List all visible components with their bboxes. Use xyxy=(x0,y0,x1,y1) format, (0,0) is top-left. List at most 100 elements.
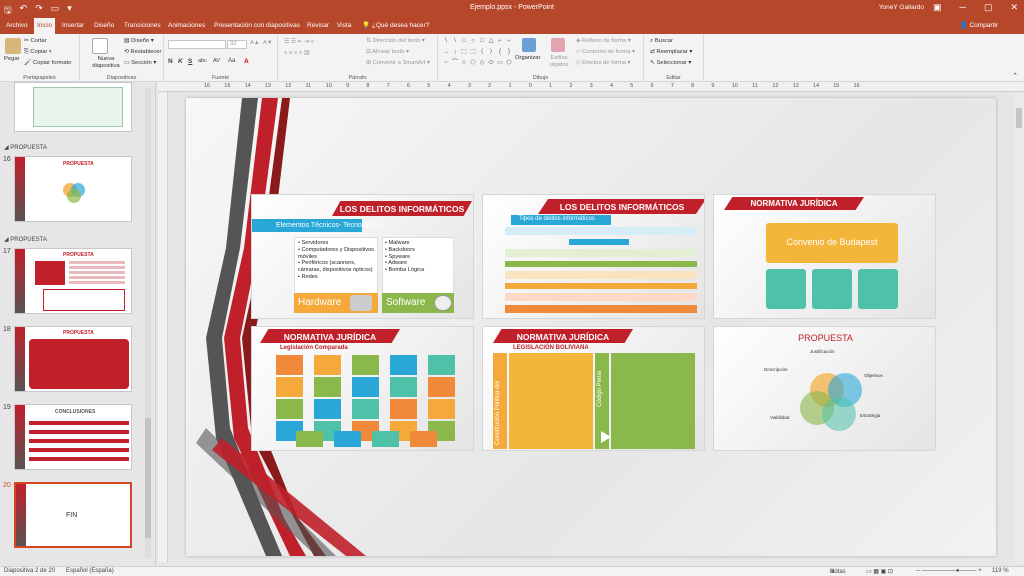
smartart-button[interactable]: ⊞ Convertir a SmartArt ▾ xyxy=(366,60,430,66)
thumb-title: CONCLUSIONES xyxy=(55,409,96,415)
collapse-ribbon-icon[interactable]: ⌃ xyxy=(1012,72,1018,80)
shape-outline-button[interactable]: ▱ Contorno de forma ▾ xyxy=(576,49,635,55)
shape-option-icon[interactable]: } xyxy=(505,48,513,58)
shape-option-icon[interactable]: \ xyxy=(451,37,459,47)
constitution-text xyxy=(509,353,593,449)
shape-option-icon[interactable]: ◇ xyxy=(478,59,486,69)
bullets-icon[interactable]: ☰ ☰ ⇤ ⇥ ≡ xyxy=(284,39,314,45)
slide-scrollbar[interactable] xyxy=(1014,92,1024,564)
tab-transitions[interactable]: Transiciones xyxy=(121,18,164,34)
maximize-icon[interactable]: ▢ xyxy=(984,2,993,13)
copy-button[interactable]: ⎘ Copiar ▾ xyxy=(24,49,51,56)
shape-option-icon[interactable]: ⟨ xyxy=(478,48,486,58)
underline-button[interactable]: S xyxy=(188,58,192,65)
section-button[interactable]: ▭ Sección ▾ xyxy=(124,60,156,66)
shape-option-icon[interactable]: ⬚ xyxy=(460,48,468,58)
shape-fill-button[interactable]: ◈ Relleno de forma ▾ xyxy=(576,38,631,44)
close-icon[interactable]: ✕ xyxy=(1010,2,1018,13)
new-slide-icon[interactable] xyxy=(92,38,108,54)
quick-styles-button[interactable]: Estilos rápidos xyxy=(548,55,570,69)
shape-option-icon[interactable]: \ xyxy=(442,37,450,47)
shape-option-icon[interactable]: ▭ xyxy=(496,59,504,69)
shape-effects-button[interactable]: ◇ Efectos de forma ▾ xyxy=(576,60,630,66)
scroll-thumb[interactable] xyxy=(145,418,151,538)
shape-option-icon[interactable]: ⬡ xyxy=(505,59,513,69)
shape-option-icon[interactable]: ⌐ xyxy=(505,37,513,47)
align-text-button[interactable]: ⊟ Alinear texto ▾ xyxy=(366,49,409,55)
shape-option-icon[interactable]: ○ xyxy=(469,37,477,47)
shapes-gallery[interactable]: \ \ □ ○ □ △ ⌐ ⌐ → ↓ ⬚ ⬚ ⟨ ⟩{} ~ ⌒ ☆ ⬠ ◇ ⬭ ▭ ⬡ xyxy=(442,37,512,69)
scroll-thumb[interactable] xyxy=(1016,108,1022,128)
grow-font-icon[interactable]: A▲ xyxy=(250,40,260,46)
font-color-icon[interactable]: A xyxy=(244,58,249,65)
shrink-font-icon[interactable]: A▼ xyxy=(263,40,273,46)
slide-thumbnail[interactable]: PROPUESTA xyxy=(14,326,132,392)
change-case-button[interactable]: Aa xyxy=(228,58,235,64)
shape-option-icon[interactable]: □ xyxy=(460,37,468,47)
shape-option-icon[interactable]: ⬠ xyxy=(469,59,477,69)
shape-option-icon[interactable]: ↓ xyxy=(451,48,459,58)
select-button[interactable]: ↖ Seleccionar ▾ xyxy=(650,60,691,66)
view-buttons[interactable]: ▭ ▦ ▣ ⊡ xyxy=(866,568,893,575)
font-name-input[interactable] xyxy=(168,40,226,49)
user-name[interactable]: YoneY Gallardo xyxy=(879,4,924,11)
format-painter-button[interactable]: 🖌 Copiar formato xyxy=(24,60,71,66)
language-indicator[interactable]: Español (España) xyxy=(66,568,114,574)
tell-me-search[interactable]: 💡 ¿Qué desea hacer? xyxy=(362,18,429,34)
font-size-input[interactable]: 32 xyxy=(227,40,247,49)
new-slide-button[interactable]: Nueva diapositiva xyxy=(90,56,122,70)
tab-slideshow[interactable]: Presentación con diapositivas xyxy=(211,18,303,34)
align-icons[interactable]: ≡ ≡ ≡ ≡ ▥ xyxy=(284,50,309,56)
minimize-icon[interactable]: ─ xyxy=(960,2,966,13)
reset-button[interactable]: ⟲ Restablecer xyxy=(124,49,161,55)
paste-icon[interactable] xyxy=(5,38,21,54)
slide-thumbnail-selected[interactable]: FIN xyxy=(14,482,132,548)
share-button[interactable]: 👤 Compartir xyxy=(960,18,998,34)
slide-canvas[interactable]: LOS DELITOS INFORMÁTICOS Elementos Técni… xyxy=(186,98,996,556)
strikethrough-button[interactable]: abc xyxy=(198,58,207,64)
paste-button[interactable]: Pegar xyxy=(4,56,19,62)
slide-thumbnail[interactable]: PROPUESTA xyxy=(14,248,132,314)
tab-file[interactable]: Archivo xyxy=(3,18,31,34)
shape-option-icon[interactable]: □ xyxy=(478,37,486,47)
shape-option-icon[interactable]: ⬚ xyxy=(469,48,477,58)
arrange-button[interactable]: Organizar xyxy=(515,55,540,61)
slide-thumbnail[interactable]: PROPUESTA xyxy=(14,156,132,222)
tab-animations[interactable]: Animaciones xyxy=(165,18,208,34)
shape-option-icon[interactable]: ☆ xyxy=(460,59,468,69)
shape-option-icon[interactable]: → xyxy=(442,48,450,58)
section-header[interactable]: ◢ PROPUESTA xyxy=(4,144,47,151)
tab-home[interactable]: Inicio xyxy=(34,18,56,34)
shape-option-icon[interactable]: ⟩ xyxy=(487,48,495,58)
replace-button[interactable]: ⇄ Reemplazar ▾ xyxy=(650,49,692,55)
label-justification: Justificación xyxy=(810,349,835,354)
layout-button[interactable]: ▤ Diseño ▾ xyxy=(124,38,154,44)
bold-button[interactable]: N xyxy=(168,58,173,65)
text-direction-button[interactable]: ⇅ Dirección del texto ▾ xyxy=(366,38,425,44)
slide-thumbnail[interactable]: CONCLUSIONES xyxy=(14,404,132,470)
zoom-slider[interactable]: ─ ────────●──── + xyxy=(916,568,982,574)
find-button[interactable]: ⌕ Buscar xyxy=(650,38,673,45)
italic-button[interactable]: K xyxy=(178,58,183,65)
shape-option-icon[interactable]: ⬭ xyxy=(487,59,495,69)
thumbnail-scrollbar[interactable] xyxy=(145,88,151,558)
tab-view[interactable]: Vista xyxy=(334,18,354,34)
tab-insert[interactable]: Insertar xyxy=(59,18,87,34)
slide-thumbnail[interactable] xyxy=(14,82,132,132)
shape-option-icon[interactable]: △ xyxy=(487,37,495,47)
search-icon: ⌕ xyxy=(650,38,654,44)
spacing-button[interactable]: AV xyxy=(213,58,220,64)
tab-design[interactable]: Diseño xyxy=(91,18,117,34)
shape-option-icon[interactable]: ~ xyxy=(442,59,450,69)
shape-option-icon[interactable]: { xyxy=(496,48,504,58)
shape-option-icon[interactable]: ⌒ xyxy=(451,59,459,69)
cut-button[interactable]: ✂ Cortar xyxy=(24,38,47,44)
shape-option-icon[interactable]: ⌐ xyxy=(496,37,504,47)
arrange-icon[interactable] xyxy=(522,38,536,52)
tab-review[interactable]: Revisar xyxy=(304,18,332,34)
zoom-level[interactable]: 119 % xyxy=(992,568,1009,574)
window-title: Ejemplo.ppsx - PowerPoint xyxy=(469,4,555,11)
section-header[interactable]: ◢ PROPUESTA xyxy=(4,236,47,243)
quick-styles-icon[interactable] xyxy=(551,38,565,52)
ribbon-display-icon[interactable]: ▣ xyxy=(933,2,942,13)
